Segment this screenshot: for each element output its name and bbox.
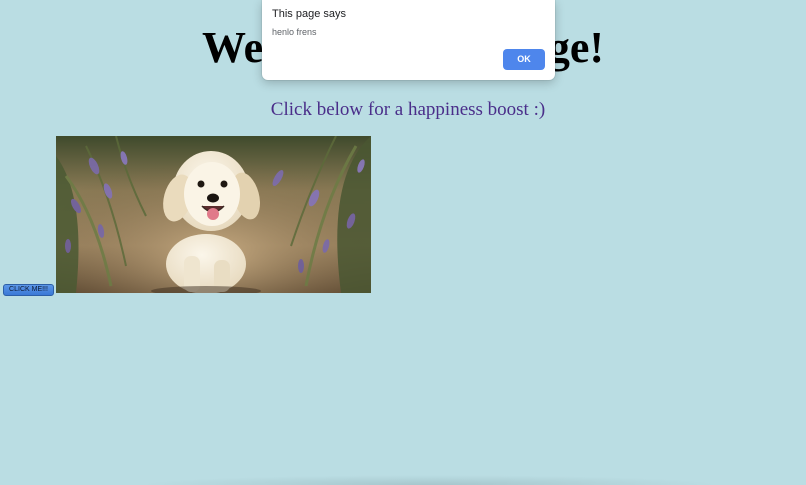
happiness-prompt: Click below for a happiness boost :)	[270, 99, 546, 120]
alert-dialog: This page says henlo frens OK	[262, 0, 555, 80]
window-bottom-shadow	[140, 475, 720, 485]
dialog-message: henlo frens	[272, 27, 317, 37]
dialog-ok-button[interactable]: OK	[503, 49, 545, 70]
click-me-button[interactable]: CLICK ME!!!	[3, 284, 54, 296]
puppy-photo	[56, 136, 371, 293]
dialog-title: This page says	[272, 8, 346, 20]
